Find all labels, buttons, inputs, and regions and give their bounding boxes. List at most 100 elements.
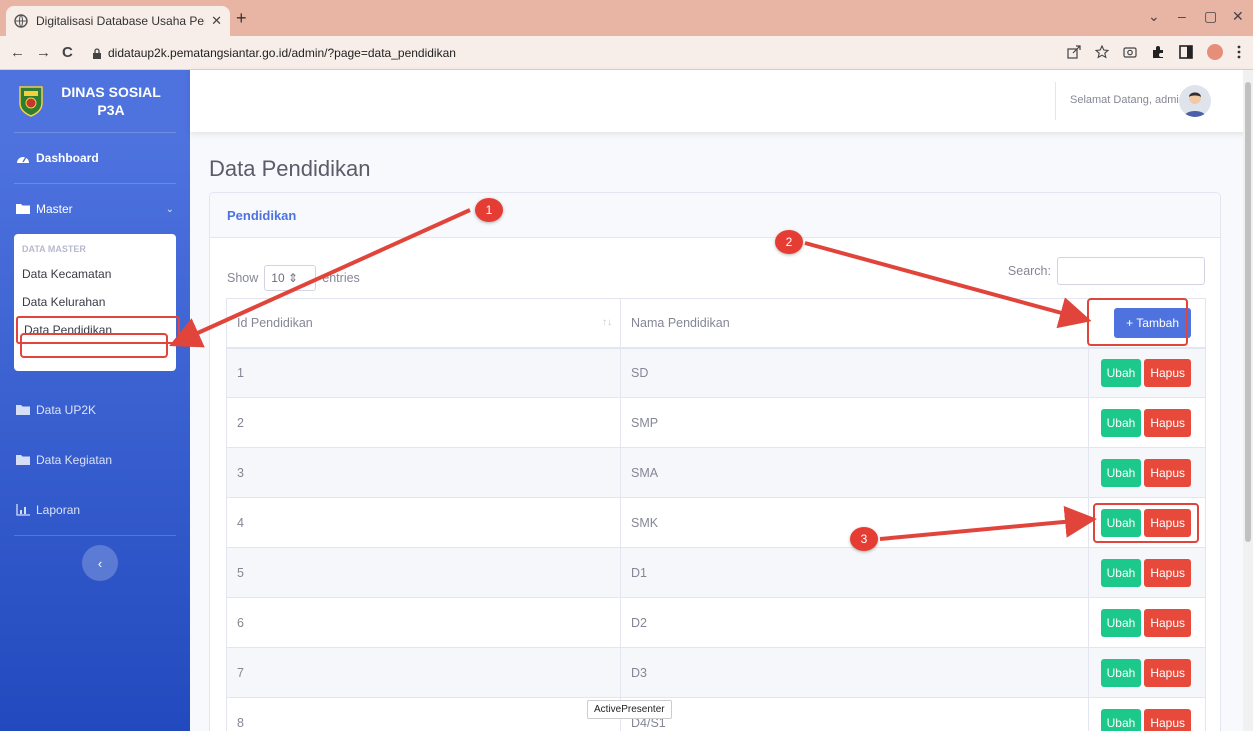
hapus-button[interactable]: Hapus — [1144, 708, 1191, 731]
share-icon[interactable] — [1067, 45, 1081, 59]
bookmark-star-icon[interactable] — [1095, 45, 1109, 59]
table-row: 3 SMA Ubah Hapus — [226, 447, 1206, 498]
sidebar-item-dashboard[interactable]: Dashboard — [0, 133, 190, 183]
new-tab-button[interactable]: + — [236, 8, 247, 29]
table-row: 5 D1 Ubah Hapus — [226, 547, 1206, 598]
submenu-item-data-kelurahan[interactable]: Data Kelurahan — [14, 288, 176, 316]
ubah-button[interactable]: Ubah — [1100, 608, 1142, 637]
sidebar-item-laporan[interactable]: Laporan — [0, 485, 190, 535]
ubah-button[interactable]: Ubah — [1100, 558, 1142, 587]
profile-avatar-icon[interactable] — [1207, 44, 1223, 60]
sidebar-toggle-button[interactable]: ‹ — [82, 545, 118, 581]
cell-id: 1 — [226, 347, 621, 398]
cell-aksi: Ubah Hapus — [1088, 447, 1206, 498]
minimize-button[interactable]: – — [1178, 8, 1186, 24]
sort-icon: ↑↓ — [602, 317, 612, 328]
cell-nama: SMP — [620, 397, 1089, 448]
user-avatar-icon — [1184, 92, 1206, 117]
pendidikan-table: Id Pendidikan ↑↓ Nama Pendidikan + Tambah… — [226, 298, 1206, 731]
reload-button[interactable]: C — [62, 44, 73, 61]
sidebar-item-label: Laporan — [36, 503, 81, 517]
ubah-button[interactable]: Ubah — [1100, 408, 1142, 437]
sidebar-brand[interactable]: DINAS SOSIAL P3A — [0, 70, 190, 132]
entries-label: entries — [322, 271, 360, 285]
cell-nama: SMA — [620, 447, 1089, 498]
maximize-button[interactable]: ▢ — [1204, 8, 1217, 25]
ubah-button[interactable]: Ubah — [1100, 708, 1142, 731]
cell-id: 6 — [226, 597, 621, 648]
sidebar-item-data-up2k[interactable]: Data UP2K — [0, 385, 190, 435]
globe-icon — [14, 14, 28, 28]
chart-icon — [16, 504, 30, 516]
scrollbar-thumb[interactable] — [1245, 82, 1251, 542]
cell-id: 8 — [226, 697, 621, 731]
ubah-button[interactable]: Ubah — [1100, 358, 1142, 387]
browser-tab[interactable]: Digitalisasi Database Usaha Peni: ✕ — [6, 6, 230, 36]
hapus-button[interactable]: Hapus — [1144, 558, 1191, 587]
tab-title: Digitalisasi Database Usaha Peni: — [36, 14, 206, 28]
pendidikan-card: Pendidikan Show 10 ⇕ entries Search: Id … — [209, 192, 1221, 731]
highlight-data-pendidikan — [20, 333, 168, 358]
page-title: Data Pendidikan — [209, 156, 371, 181]
entries-select[interactable]: 10 ⇕ — [264, 265, 317, 291]
table-row: 1 SD Ubah Hapus — [226, 347, 1206, 398]
highlight-tambah-button — [1087, 298, 1188, 346]
annotation-badge-1: 1 — [475, 198, 503, 222]
user-avatar[interactable] — [1179, 85, 1211, 117]
folder-icon — [16, 405, 30, 415]
sidebar-item-label: Dashboard — [36, 151, 99, 165]
cell-aksi: Ubah Hapus — [1088, 597, 1206, 648]
topbar-divider — [1055, 82, 1056, 120]
url-field[interactable]: didataup2k.pematangsiantar.go.id/admin/?… — [92, 41, 1052, 65]
cell-aksi: Ubah Hapus — [1088, 397, 1206, 448]
hapus-button[interactable]: Hapus — [1144, 458, 1191, 487]
extensions-icon[interactable] — [1151, 45, 1165, 59]
ubah-button[interactable]: Ubah — [1100, 458, 1142, 487]
table-row: 7 D3 Ubah Hapus — [226, 647, 1206, 698]
sidebar: DINAS SOSIAL P3A Dashboard Master ⌄ DATA… — [0, 70, 190, 731]
camera-icon[interactable] — [1123, 45, 1137, 59]
ubah-button[interactable]: Ubah — [1100, 658, 1142, 687]
address-bar-row: ← → C didataup2k.pematangsiantar.go.id/a… — [0, 36, 1253, 70]
submenu-item-data-kecamatan[interactable]: Data Kecamatan — [14, 260, 176, 288]
cell-nama: SD — [620, 347, 1089, 398]
cell-aksi: Ubah Hapus — [1088, 347, 1206, 398]
lock-icon — [93, 47, 101, 59]
back-button[interactable]: ← — [10, 44, 25, 61]
hapus-button[interactable]: Hapus — [1144, 408, 1191, 437]
folder-icon — [16, 455, 30, 465]
topbar: Selamat Datang, admin — [190, 70, 1253, 132]
browser-tab-bar: Digitalisasi Database Usaha Peni: ✕ + ⌄ … — [0, 0, 1253, 36]
tab-search-icon[interactable]: ⌄ — [1148, 8, 1160, 25]
more-menu-icon[interactable] — [1237, 45, 1241, 59]
hapus-button[interactable]: Hapus — [1144, 658, 1191, 687]
cell-aksi: Ubah Hapus — [1088, 647, 1206, 698]
cell-id: 3 — [226, 447, 621, 498]
tooltip: ActivePresenter — [587, 700, 672, 719]
brand-title: DINAS SOSIAL — [61, 84, 161, 100]
show-label: Show — [227, 271, 259, 285]
side-panel-icon[interactable] — [1179, 45, 1193, 59]
cell-nama: D4/S1 — [620, 697, 1089, 731]
sidebar-item-master[interactable]: Master ⌄ — [0, 184, 190, 234]
window-close-button[interactable]: ✕ — [1232, 8, 1244, 25]
sidebar-item-data-kegiatan[interactable]: Data Kegiatan — [0, 435, 190, 485]
tab-close-icon[interactable]: ✕ — [211, 13, 222, 29]
chevron-down-icon: ⌄ — [165, 203, 174, 215]
column-header-id[interactable]: Id Pendidikan ↑↓ — [226, 298, 621, 349]
card-title: Pendidikan — [210, 193, 1220, 238]
table-row: 2 SMP Ubah Hapus — [226, 397, 1206, 448]
page-scrollbar[interactable] — [1243, 70, 1253, 731]
column-header-nama[interactable]: Nama Pendidikan — [620, 298, 1089, 349]
forward-button[interactable]: → — [36, 44, 51, 61]
hapus-button[interactable]: Hapus — [1144, 608, 1191, 637]
search-input[interactable] — [1057, 257, 1205, 285]
cell-id: 2 — [226, 397, 621, 448]
cell-nama: D1 — [620, 547, 1089, 598]
datatable-controls: Show 10 ⇕ entries Search: — [227, 257, 1205, 291]
cell-aksi: Ubah Hapus — [1088, 697, 1206, 731]
welcome-text[interactable]: Selamat Datang, admin — [1070, 94, 1185, 106]
sidebar-item-label: Data Kegiatan — [36, 453, 113, 467]
table-row: 8 D4/S1 Ubah Hapus — [226, 697, 1206, 731]
hapus-button[interactable]: Hapus — [1144, 358, 1191, 387]
